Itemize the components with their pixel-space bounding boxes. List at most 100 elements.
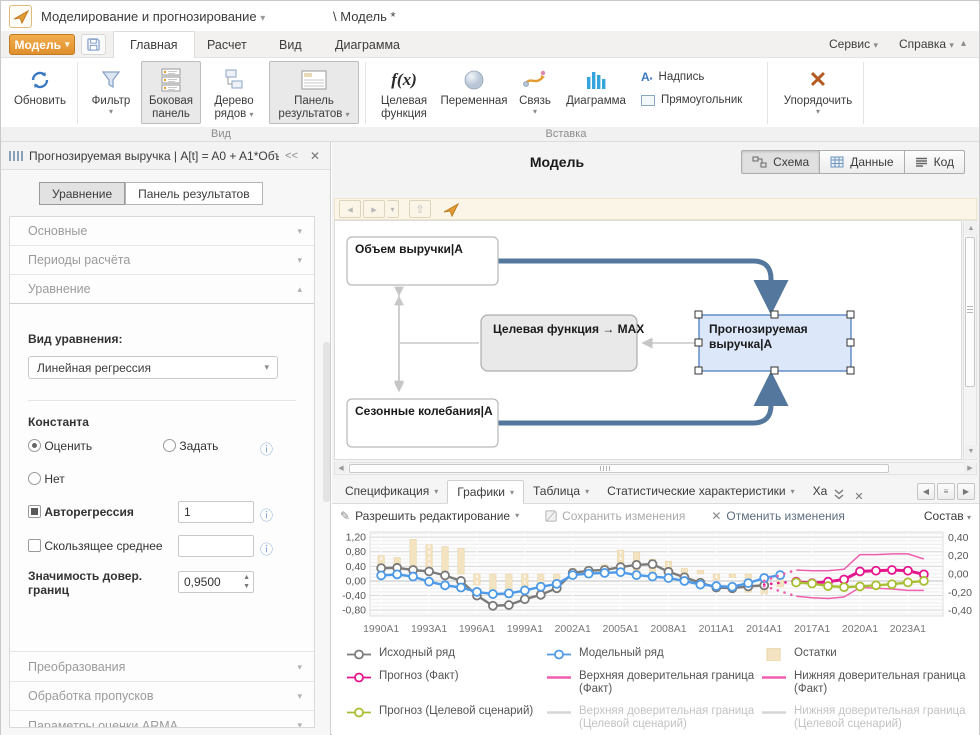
insert-chart-button[interactable]: Диаграмма (563, 61, 629, 124)
model-flag-icon (443, 202, 459, 217)
legend-item[interactable]: Модельный ряд (546, 647, 761, 661)
tab-equation[interactable]: Уравнение (39, 182, 125, 205)
tab-table[interactable]: Таблица▾ (524, 479, 598, 503)
results-panel-icon (299, 65, 329, 95)
save-button[interactable] (81, 34, 106, 55)
filter-button[interactable]: Фильтр▾ (85, 61, 137, 124)
legend-item[interactable]: Исходный ряд (346, 647, 546, 661)
section-periods[interactable]: Периоды расчёта▾ (10, 246, 314, 275)
nav-history-dropdown[interactable]: ▾ (387, 200, 399, 218)
legend-item[interactable]: Верхняя доверительная граница (Факт) (546, 670, 761, 696)
spinner-down-icon[interactable]: ▼ (243, 583, 250, 590)
scroll-right-icon[interactable]: ▶ (964, 462, 976, 473)
legend-item[interactable]: Нижняя доверительная граница (Целевой сц… (761, 705, 966, 731)
legend-item[interactable]: Остатки (761, 647, 966, 661)
legend-label: Исходный ряд (379, 647, 455, 660)
section-transforms[interactable]: Преобразования▾ (10, 653, 314, 682)
legend-item[interactable]: Нижняя доверительная граница (Факт) (761, 670, 966, 696)
save-changes-button[interactable]: Сохранить изменения (545, 509, 685, 523)
tabs-scroll-left-icon[interactable]: ◀ (917, 483, 935, 500)
tab-results-panel[interactable]: Панель результатов (125, 182, 262, 205)
refresh-button[interactable]: Обновить (9, 61, 71, 124)
insert-label-button[interactable]: A▪ Надпись (641, 70, 704, 84)
menu-service[interactable]: Сервис ▾ (829, 37, 878, 51)
tab-truncated[interactable]: Ха (804, 479, 830, 503)
spinner-up-icon[interactable]: ▲ (243, 574, 250, 581)
section-equation[interactable]: Уравнение▴ (10, 275, 314, 304)
collapse-panel-icon[interactable]: << (285, 150, 298, 162)
constant-radios-row1: Оценить Задать ⓘ (28, 439, 300, 453)
tab-specification[interactable]: Спецификация▾ (336, 479, 447, 503)
info-icon[interactable]: ⓘ (260, 539, 273, 558)
tab-view[interactable]: Вид (263, 31, 318, 58)
menu-help[interactable]: Справка ▾ (899, 37, 954, 51)
cancel-changes-button[interactable]: ✕Отменить изменения (711, 509, 845, 523)
diagram-vertical-scrollbar[interactable]: ▲ ▼ (963, 220, 977, 460)
allow-edit-button[interactable]: ✎Разрешить редактирование▾ (340, 509, 519, 523)
moving-average-input[interactable] (178, 535, 254, 557)
target-function-button[interactable]: f(x) Целевая функция (373, 61, 435, 124)
tabs-scroll-right-icon[interactable]: ▶ (957, 483, 975, 500)
close-tab-icon[interactable]: ✕ (849, 490, 868, 503)
side-panel-button[interactable]: Боковая панель (141, 61, 201, 124)
text-label-icon: A▪ (641, 70, 653, 84)
equation-type-label: Вид уравнения: (28, 332, 300, 346)
legend-item[interactable]: Прогноз (Целевой сценарий) (346, 705, 546, 731)
node-revenue[interactable]: Объем выручки|A (347, 237, 498, 285)
tab-charts[interactable]: Графики▾ (447, 480, 524, 504)
significance-row: Значимость довер.границ ▲ ▼ (28, 569, 300, 597)
scroll-up-icon[interactable]: ▲ (965, 222, 977, 235)
app-logo-icon (9, 5, 32, 28)
nav-up-button[interactable]: ⇧ (409, 200, 431, 218)
variable-button[interactable]: Переменная (441, 61, 507, 124)
chevron-down-icon: ▾ (260, 13, 265, 24)
chart-toolbar: ✎Разрешить редактирование▾ Сохранить изм… (332, 504, 979, 527)
section-arma[interactable]: Параметры оценки ARMA▾ (10, 711, 314, 728)
tabs-list-icon[interactable]: ≡ (937, 483, 955, 500)
view-data-button[interactable]: Данные (820, 150, 904, 174)
tab-main[interactable]: Главная (113, 31, 195, 58)
node-seasonal[interactable]: Сезонные колебания|A (347, 399, 498, 447)
autoregression-checkbox[interactable]: Авторегрессия (28, 505, 134, 519)
close-icon[interactable]: ✕ (310, 149, 320, 163)
results-panel-button[interactable]: Панель результатов ▾ (269, 61, 359, 124)
scroll-left-icon[interactable]: ◀ (335, 462, 347, 473)
nav-back-button[interactable]: ◂ (339, 200, 361, 218)
autoregression-input[interactable] (178, 501, 254, 523)
refresh-icon (28, 65, 52, 95)
forecast-chart[interactable]: 1,200,800,400,00-0,40-0,800,400,200,00-0… (334, 529, 977, 641)
app-title-menu[interactable]: Моделирование и прогнозирование ▾ (41, 9, 265, 24)
nav-forward-button[interactable]: ▸ (363, 200, 385, 218)
drag-grip-icon[interactable] (9, 151, 23, 161)
node-forecast-selected[interactable]: Прогнозируемая выручка|A (695, 311, 854, 374)
compose-button[interactable]: Состав ▾ (924, 509, 971, 523)
legend-item[interactable]: Верхняя доверительная граница (Целевой с… (546, 705, 761, 731)
equation-type-select[interactable]: Линейная регрессия▾ (28, 350, 300, 379)
view-schema-button[interactable]: Схема (741, 150, 820, 174)
link-button[interactable]: Связь▾ (511, 61, 559, 124)
section-gaps[interactable]: Обработка пропусков▾ (10, 682, 314, 711)
model-menu-button[interactable]: Модель▾ (9, 34, 75, 55)
legend-item[interactable]: Прогноз (Факт) (346, 670, 546, 696)
radio-set[interactable]: Задать (163, 439, 218, 453)
series-tree-button[interactable]: Дерево рядов ▾ (205, 61, 263, 124)
more-tabs-icon[interactable] (829, 489, 849, 503)
diagram-horizontal-scrollbar[interactable]: ◀ ▶ (334, 462, 977, 475)
moving-average-checkbox[interactable]: Скользящее среднее (28, 539, 163, 553)
insert-rectangle-button[interactable]: Прямоугольник (641, 94, 742, 106)
radio-none[interactable]: Нет (28, 472, 300, 486)
section-basic[interactable]: Основные▾ (10, 217, 314, 246)
tab-calc[interactable]: Расчет (191, 31, 263, 58)
info-icon[interactable]: ⓘ (260, 505, 273, 524)
ribbon-collapse-icon[interactable]: ▴ (961, 38, 966, 49)
info-icon[interactable]: ⓘ (260, 439, 273, 458)
scroll-down-icon[interactable]: ▼ (965, 445, 977, 458)
view-code-button[interactable]: Код (905, 150, 965, 174)
tab-diagram[interactable]: Диаграмма (319, 31, 416, 58)
arrange-button[interactable]: ✕ Упорядочить▾ (779, 61, 857, 124)
tab-statistics[interactable]: Статистические характеристики▾ (598, 479, 804, 503)
radio-estimate[interactable]: Оценить (28, 439, 92, 453)
sidebar-scrollbar[interactable] (323, 342, 330, 502)
node-target-function[interactable]: Целевая функция → MAX (481, 315, 644, 371)
diagram-canvas[interactable]: Объем выручки|A Сезонные колебания|A Цел… (334, 220, 962, 460)
